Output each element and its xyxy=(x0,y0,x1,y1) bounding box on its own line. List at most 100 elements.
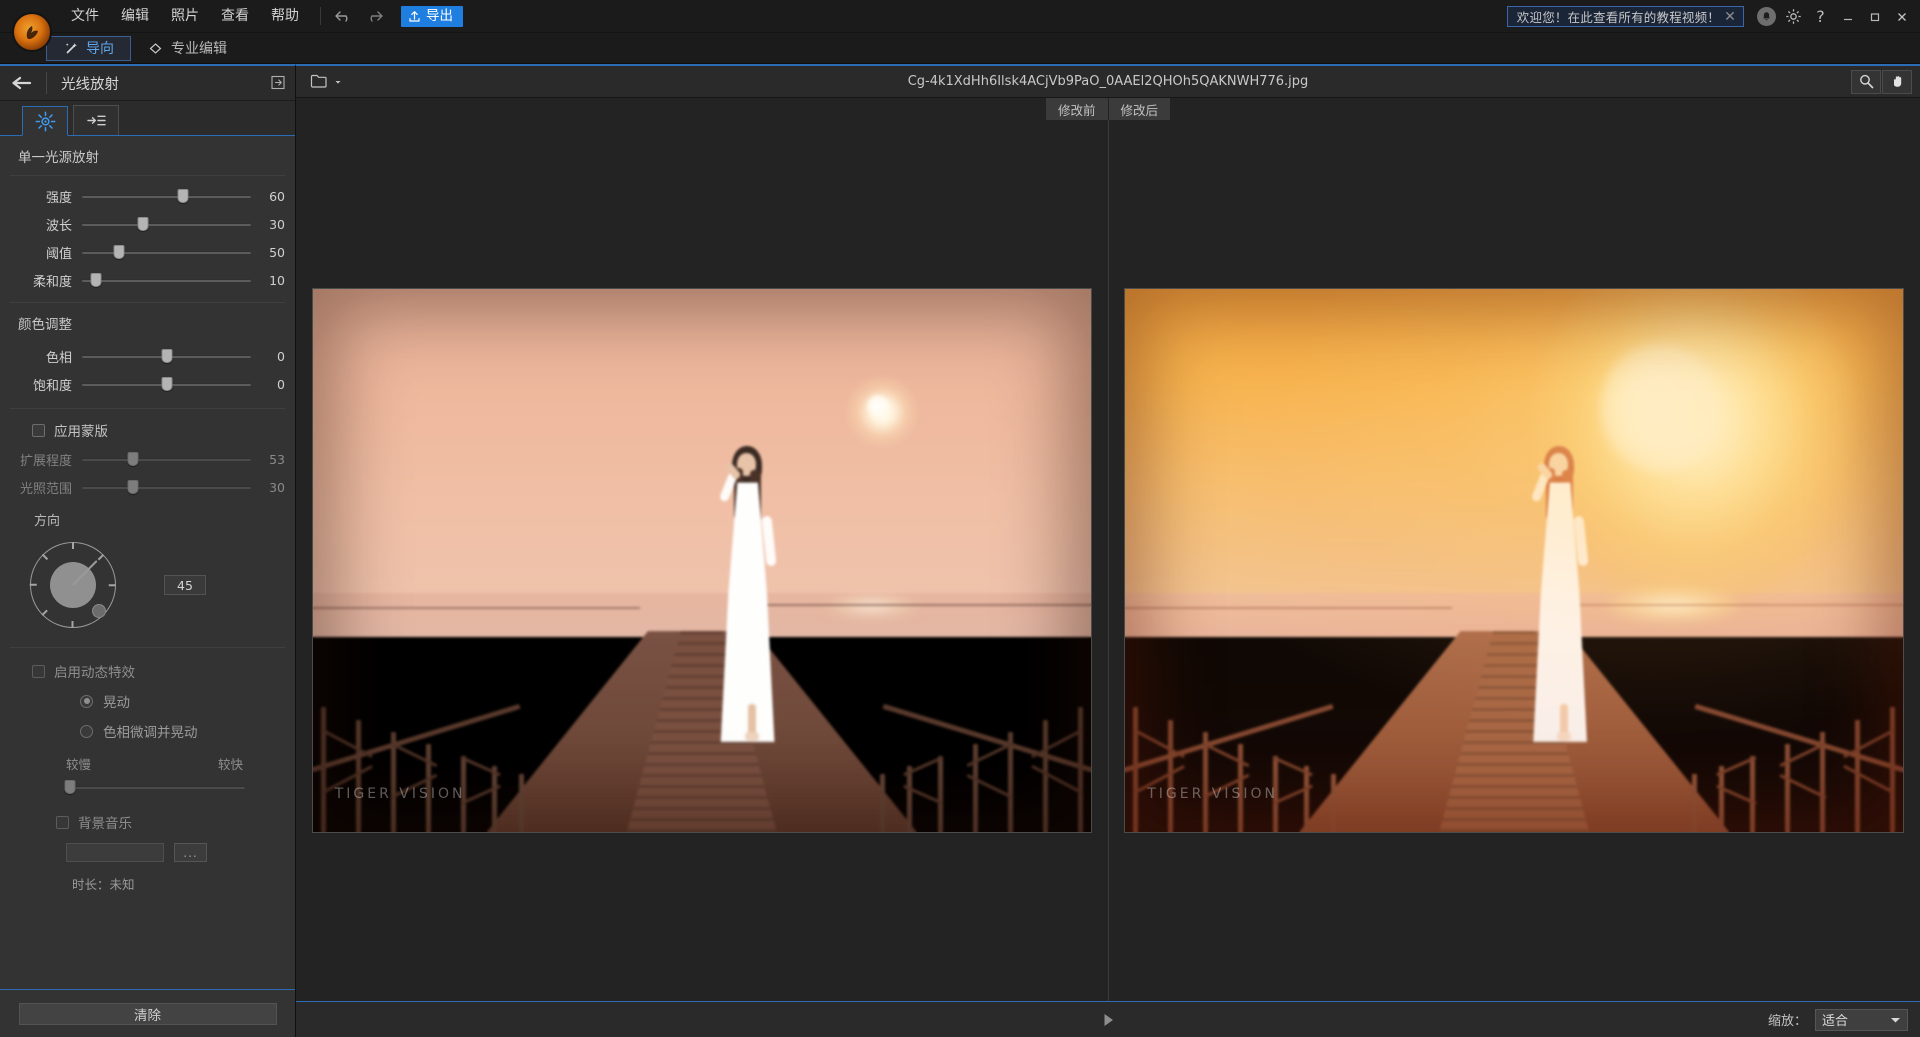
slider-knob-light-range[interactable] xyxy=(127,480,139,494)
photo-after[interactable]: TIGER VISION xyxy=(1124,288,1905,833)
pane-before[interactable]: TIGER VISION xyxy=(296,120,1108,1001)
slider-row-intensity[interactable]: 强度 60 xyxy=(0,182,295,210)
slider-value-intensity: 60 xyxy=(269,188,285,204)
slider-knob-softness[interactable] xyxy=(90,273,102,287)
menu-view[interactable]: 查看 xyxy=(210,2,260,30)
mode-tab-expert-label: 专业编辑 xyxy=(171,41,227,57)
gear-icon[interactable] xyxy=(1781,4,1806,29)
tab-after[interactable]: 修改后 xyxy=(1108,97,1171,121)
subject-figure xyxy=(706,446,790,810)
slider-label-wavelength: 波长 xyxy=(45,218,72,234)
slider-value-softness: 10 xyxy=(269,272,285,288)
slider-row-light-range[interactable]: 光照范围 30 xyxy=(0,473,295,501)
menu-bar: 文件 编辑 照片 查看 帮助 导出 xyxy=(60,0,463,33)
radio-shake[interactable] xyxy=(80,694,93,708)
slider-track-threshold[interactable] xyxy=(82,242,251,262)
slider-track-wavelength[interactable] xyxy=(82,214,251,234)
mask-checkbox-row[interactable]: 应用蒙版 xyxy=(0,415,295,445)
magnifier-icon[interactable] xyxy=(1851,69,1881,94)
effect-panel: 光线放射 单一光源放射 强度 60 波长 30 阈值 50 柔和度 10 颜色调… xyxy=(0,64,296,1037)
slider-track-intensity[interactable] xyxy=(82,186,251,206)
redo-arrow-icon[interactable] xyxy=(361,4,387,28)
welcome-banner[interactable]: 欢迎您！在此查看所有的教程视频！ ✕ xyxy=(1506,6,1744,27)
music-checkbox[interactable] xyxy=(56,815,69,829)
slider-row-hue[interactable]: 色相 0 xyxy=(0,342,295,370)
play-button[interactable] xyxy=(296,1010,1920,1030)
menu-help[interactable]: 帮助 xyxy=(260,2,310,30)
slider-knob-intensity[interactable] xyxy=(177,189,189,203)
speed-slider[interactable] xyxy=(64,779,245,795)
tab-before[interactable]: 修改前 xyxy=(1045,97,1108,121)
slider-knob-threshold[interactable] xyxy=(113,245,125,259)
menu-file[interactable]: 文件 xyxy=(60,2,110,30)
welcome-banner-close-icon[interactable]: ✕ xyxy=(1720,10,1740,24)
music-path-row: ... xyxy=(0,843,295,862)
slider-knob-saturation[interactable] xyxy=(161,377,172,391)
minimize-icon[interactable] xyxy=(1835,4,1860,29)
direction-control[interactable]: 45 xyxy=(0,529,295,641)
slider-track-hue[interactable] xyxy=(82,346,251,366)
radio-row-hue-shake[interactable]: 色相微调并晃动 xyxy=(0,716,295,746)
radio-hue-shake[interactable] xyxy=(80,724,93,738)
bell-icon[interactable] xyxy=(1754,4,1779,29)
magic-wand-icon xyxy=(63,40,79,56)
slider-track-expansion[interactable] xyxy=(82,449,251,469)
menu-photo[interactable]: 照片 xyxy=(160,2,210,30)
maximize-icon[interactable] xyxy=(1862,4,1887,29)
direction-value[interactable]: 45 xyxy=(164,575,206,595)
music-browse-button[interactable]: ... xyxy=(174,843,207,862)
menu-edit[interactable]: 编辑 xyxy=(110,2,160,30)
close-icon[interactable] xyxy=(1889,4,1914,29)
light-rays-tab[interactable] xyxy=(73,105,119,135)
mode-tab-guided[interactable]: 导向 xyxy=(46,35,131,61)
hand-icon[interactable] xyxy=(1882,69,1912,94)
slider-label-hue: 色相 xyxy=(45,350,72,366)
mode-bar: 导向 专业编辑 xyxy=(0,33,1920,64)
clear-button[interactable]: 清除 xyxy=(18,1002,277,1025)
zoom-select-value: 适合 xyxy=(1822,1014,1849,1029)
export-button[interactable]: 导出 xyxy=(401,5,463,27)
pane-after[interactable]: TIGER VISION xyxy=(1109,120,1920,1001)
photo-before[interactable]: TIGER VISION xyxy=(311,288,1092,833)
music-duration-label: 时长：未知 xyxy=(72,877,135,892)
speed-slider-knob[interactable] xyxy=(64,780,76,794)
direction-dial-handle[interactable] xyxy=(92,604,106,618)
slider-knob-wavelength[interactable] xyxy=(137,217,149,231)
speed-labels: 较慢 较快 xyxy=(0,746,295,775)
slider-track-softness[interactable] xyxy=(82,270,251,290)
mask-checkbox[interactable] xyxy=(32,423,45,437)
direction-label: 方向 xyxy=(34,514,61,529)
help-button[interactable]: ? xyxy=(1808,4,1833,29)
radio-row-shake[interactable]: 晃动 xyxy=(0,686,295,716)
slider-track-light-range[interactable] xyxy=(82,477,251,497)
zoom-select[interactable]: 适合 xyxy=(1815,1008,1908,1031)
back-arrow-icon[interactable] xyxy=(0,75,46,91)
dynamic-effect-checkbox-row[interactable]: 启用动态特效 xyxy=(0,656,295,686)
slider-row-wavelength[interactable]: 波长 30 xyxy=(0,210,295,238)
rays-lines-icon xyxy=(86,115,106,126)
music-path-input[interactable] xyxy=(66,843,164,862)
slider-row-expansion[interactable]: 扩展程度 53 xyxy=(0,445,295,473)
undo-arrow-icon[interactable] xyxy=(331,4,357,28)
single-light-tab[interactable] xyxy=(22,106,68,136)
layers-diamond-icon xyxy=(147,40,164,57)
slider-knob-hue[interactable] xyxy=(161,349,172,363)
slider-row-saturation[interactable]: 饱和度 0 xyxy=(0,370,295,398)
filename-label: Cg-4k1XdHh6Ilsk4ACjVb9PaO_0AAEl2QHOh5QAK… xyxy=(907,74,1309,89)
direction-dial[interactable] xyxy=(30,542,116,628)
slider-row-softness[interactable]: 柔和度 10 xyxy=(0,266,295,294)
music-checkbox-row[interactable]: 背景音乐 xyxy=(0,807,295,837)
play-icon xyxy=(1104,1013,1113,1026)
mode-tab-expert[interactable]: 专业编辑 xyxy=(131,36,243,61)
preset-save-icon[interactable] xyxy=(270,74,287,95)
slider-value-light-range: 30 xyxy=(269,479,285,495)
zoom-control: 缩放： 适合 xyxy=(1767,1008,1908,1031)
slider-row-threshold[interactable]: 阈值 50 xyxy=(0,238,295,266)
folder-open-icon[interactable] xyxy=(310,72,342,91)
speed-slow-label: 较慢 xyxy=(66,757,92,772)
slider-track-saturation[interactable] xyxy=(82,374,251,394)
zoom-label: 缩放： xyxy=(1767,1014,1807,1029)
dynamic-effect-checkbox[interactable] xyxy=(32,664,45,678)
workspace: Cg-4k1XdHh6Ilsk4ACjVb9PaO_0AAEl2QHOh5QAK… xyxy=(296,64,1920,1037)
slider-knob-expansion[interactable] xyxy=(127,452,139,466)
